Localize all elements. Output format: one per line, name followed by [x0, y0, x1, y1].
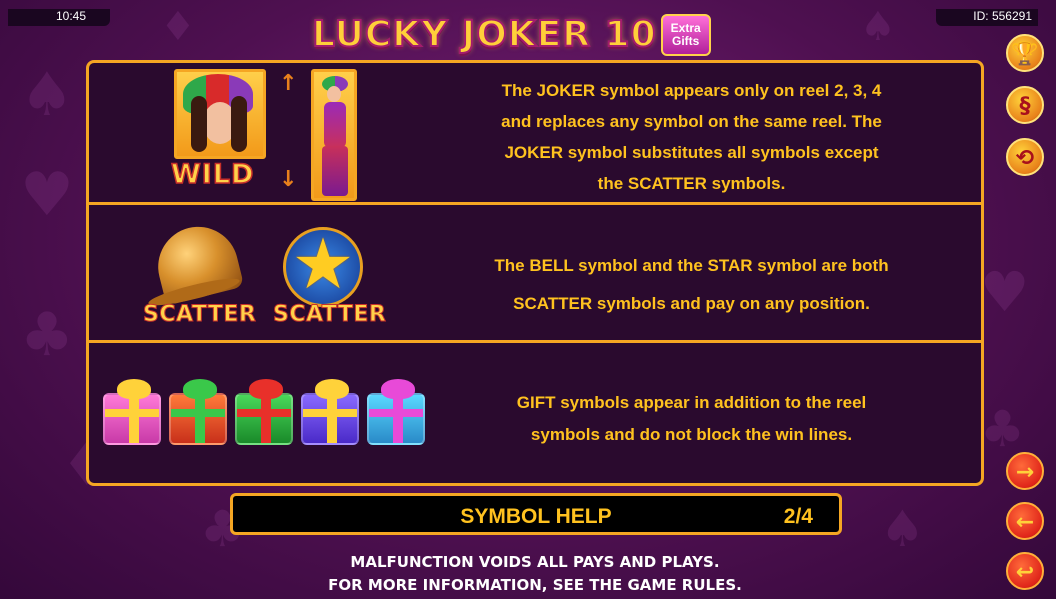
rules-button[interactable]: §	[1006, 86, 1044, 124]
session-id: ID: 556291	[973, 9, 1032, 23]
game-logo: LUCKY JOKER 10 Extra Gifts	[311, 14, 711, 56]
history-icon: ⟲	[1015, 146, 1035, 171]
wild-line-3: JOKER symbol substitutes all symbols exc…	[504, 143, 879, 162]
gift-purple-icon	[301, 379, 359, 445]
arrow-left-icon: ←	[1015, 510, 1035, 535]
gift-pink-icon	[103, 379, 161, 445]
gift-row: GIFT symbols appear in addition to the r…	[89, 343, 981, 483]
symbol-help-panel: ↑ ↓ WILD The JOKER symbol appears only o…	[86, 60, 984, 486]
next-page-button[interactable]: →	[1006, 452, 1044, 490]
section-icon: §	[1019, 94, 1031, 119]
star-symbol-icon: ★	[291, 223, 355, 305]
gift-line-2: symbols and do not block the win lines.	[530, 425, 853, 444]
bell-scatter-label: SCATTER	[142, 302, 257, 328]
footer-line-2: FOR MORE INFORMATION, SEE THE GAME RULES…	[328, 576, 742, 594]
joker-symbol-icon	[174, 69, 266, 159]
wild-row: ↑ ↓ WILD The JOKER symbol appears only o…	[89, 63, 981, 205]
trophy-button[interactable]: 🏆	[1006, 34, 1044, 72]
extra-gifts-badge: Extra Gifts	[660, 14, 711, 56]
footer-line-1: MALFUNCTION VOIDS ALL PAYS AND PLAYS.	[350, 553, 720, 571]
help-page-indicator: 2/4	[783, 505, 813, 528]
trophy-icon: 🏆	[1011, 42, 1039, 67]
wild-line-2: and replaces any symbol on the same reel…	[501, 112, 882, 131]
wild-line-4: the SCATTER symbols.	[597, 174, 786, 193]
history-button[interactable]: ⟲	[1006, 138, 1044, 176]
badge-line2: Gifts	[671, 34, 700, 48]
arrow-down-icon: ↓	[279, 167, 298, 192]
wild-description: The JOKER symbol appears only on reel 2,…	[444, 75, 939, 199]
arrow-up-icon: ↑	[279, 71, 298, 96]
gift-green-icon	[235, 379, 293, 445]
gift-line-1: GIFT symbols appear in addition to the r…	[516, 393, 867, 412]
help-title: SYMBOL HELP	[460, 505, 612, 528]
wild-label: WILD	[170, 158, 255, 191]
wild-line-1: The JOKER symbol appears only on reel 2,…	[501, 81, 882, 100]
scatter-line-2: SCATTER symbols and pay on any position.	[513, 294, 870, 313]
scatter-line-1: The BELL symbol and the STAR symbol are …	[494, 256, 889, 275]
gift-blue-icon	[367, 379, 425, 445]
logo-title: LUCKY JOKER 10	[311, 14, 657, 56]
scatter-description: The BELL symbol and the STAR symbol are …	[444, 247, 939, 323]
gift-red-icon	[169, 379, 227, 445]
help-title-bar: SYMBOL HELP 2/4	[230, 493, 842, 535]
star-scatter-label: SCATTER	[272, 302, 387, 328]
scatter-row: ★ SCATTER SCATTER The BELL symbol and th…	[89, 205, 981, 343]
prev-page-button[interactable]: ←	[1006, 502, 1044, 540]
arrow-right-icon: →	[1015, 460, 1035, 485]
gift-description: GIFT symbols appear in addition to the r…	[444, 387, 939, 451]
clock: 10:45	[56, 9, 87, 23]
joker-full-body-icon	[311, 69, 357, 201]
